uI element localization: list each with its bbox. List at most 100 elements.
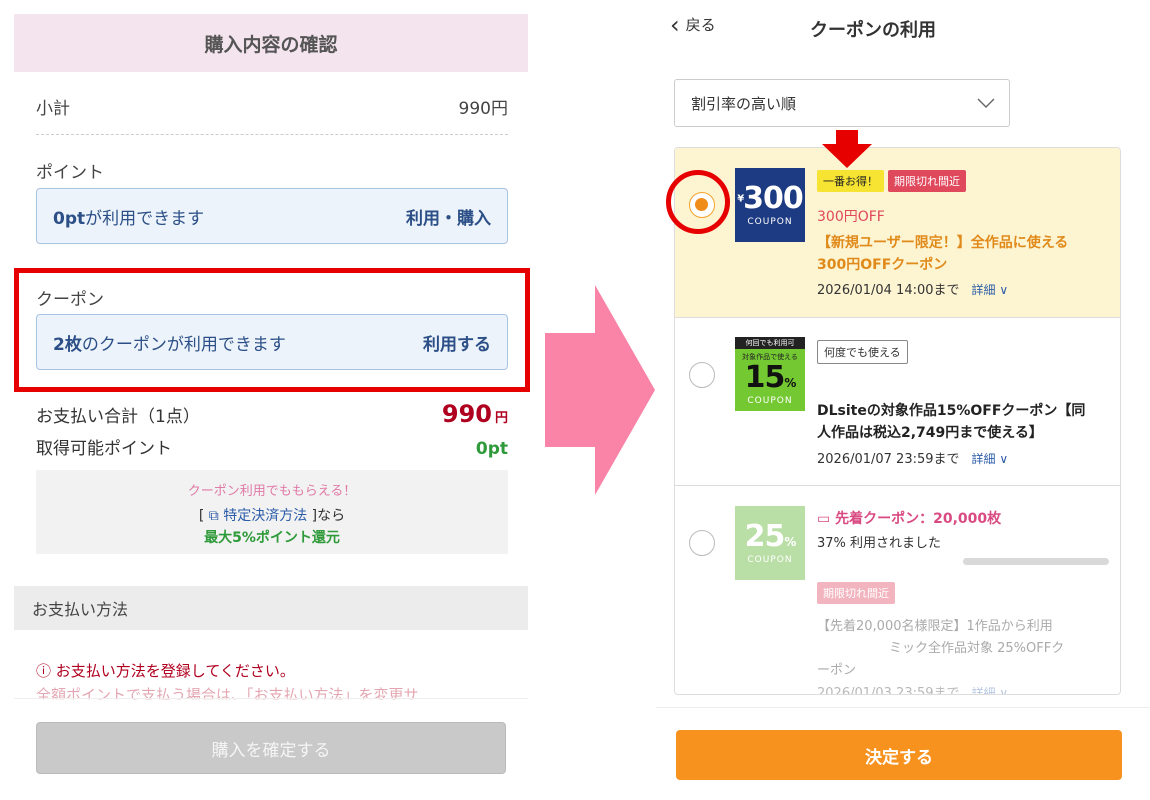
usage-progress-bar (963, 558, 1109, 565)
payment-warning-text: お支払い方法を登録してください。 (55, 662, 295, 680)
detail-toggle[interactable]: 詳細 ∨ (972, 283, 1009, 297)
external-window-icon: ⧉ (208, 508, 219, 524)
coupon-list: ¥300 COUPON 一番お得！ 期限切れ間近 300円OFF 【新規ユーザー限… (674, 147, 1121, 695)
usage-text: 37% 利用されました (817, 536, 942, 551)
sort-value: 割引率の高い順 (691, 94, 797, 113)
best-deal-badge: 一番お得！ (817, 170, 884, 192)
total-label: お支払い合計（1点） (36, 407, 200, 427)
confirm-purchase-button[interactable]: 購入を確定する (36, 722, 506, 774)
promo-payment-line: [ ⧉ 特定決済方法 ]なら (36, 505, 508, 525)
coupon-radio[interactable] (689, 362, 715, 388)
divider (36, 134, 508, 135)
coupon-box-text: 2枚のクーポンが利用できます (53, 330, 286, 355)
promo-box: クーポン利用でももらえる！ [ ⧉ 特定決済方法 ]なら 最大5%ポイント還元 (36, 470, 508, 554)
points-box-text: 0ptが利用できます (53, 204, 204, 229)
payment-method-link[interactable]: ⧉ 特定決済方法 (209, 508, 307, 524)
reusable-badge: 何度でも使える (817, 340, 908, 364)
coupon-expiry-date: 2026/01/03 23:59まで (817, 686, 960, 695)
ticket-icon: ▭ (817, 511, 831, 527)
coupon-thumb-strip: 何回でも利用可 (735, 337, 805, 349)
arrow-down-icon (822, 130, 872, 168)
first-come-label: ▭ 先着クーポン：20,000枚 (817, 508, 1001, 528)
coupon-expiry-date: 2026/01/07 23:59まで (817, 452, 960, 467)
promo-bracket-close: ]なら (311, 508, 346, 524)
coupon-thumb-value: 25 (744, 518, 786, 554)
expiring-soon-badge: 期限切れ間近 (888, 170, 966, 192)
coupon-expiry: 2026/01/04 14:00まで 詳細 ∨ (817, 279, 1008, 298)
coupon-card[interactable]: 25% COUPON ▭ 先着クーポン：20,000枚 37% 利用されました … (675, 486, 1120, 695)
coupon-title: 【先着20,000名様限定】1作品から利用 ミック全作品対象 25%OFFク ー… (817, 616, 1064, 682)
coupon-title-line: 【新規ユーザー限定！】全作品に使える (817, 235, 1069, 251)
coupon-card[interactable]: 何回でも利用可 対象作品で使える 15% COUPON 何度でも使える DLsi… (675, 318, 1120, 486)
selection-highlight-circle (666, 170, 730, 234)
coupon-tags: 何度でも使える (817, 340, 912, 364)
coupon-expiry: 2026/01/07 23:59まで 詳細 ∨ (817, 448, 1008, 467)
payment-method-header: お支払い方法 (14, 586, 528, 630)
coupon-thumb-label: COUPON (747, 216, 793, 227)
coupon-title-line: DLsiteの対象作品15%OFFクーポン【同 (817, 403, 1086, 419)
coupon-tags: 期限切れ間近 (817, 582, 899, 604)
coupon-title-line: ミック全作品対象 25%OFFク (889, 641, 1065, 656)
coupon-title-line: 300円OFFクーポン (817, 257, 948, 273)
coupon-selection-panel: ‹ 戻る クーポンの利用 割引率の高い順 ¥300 COUPON 一番お得！ 期限… (656, 0, 1150, 800)
decide-button[interactable]: 決定する (676, 730, 1122, 780)
subtotal-row: 小計 990円 (36, 94, 508, 119)
purchase-confirmation-panel: 購入内容の確認 小計 990円 ポイント 0ptが利用できます 利用・購入 クー… (14, 14, 530, 794)
page-title: クーポンの利用 (810, 20, 936, 41)
coupon-title: DLsiteの対象作品15%OFFクーポン【同 人作品は税込2,749円まで使え… (817, 400, 1085, 444)
detail-toggle[interactable]: 詳細 ∨ (972, 686, 1009, 694)
coupon-expiry-date: 2026/01/04 14:00まで (817, 283, 960, 298)
coupon-thumb-pct: % (784, 376, 796, 390)
payment-warning: ⓘ お支払い方法を登録してください。 (36, 660, 295, 681)
total-row: お支払い合計（1点） 990 円 (36, 400, 508, 428)
subtotal-value: 990円 (458, 99, 508, 119)
expiring-soon-badge: 期限切れ間近 (817, 582, 895, 604)
subtotal-label: 小計 (36, 99, 70, 119)
coupon-thumbnail: 25% COUPON (735, 506, 805, 580)
coupon-radio[interactable] (689, 530, 715, 556)
coupon-thumb-value: 15 (744, 360, 786, 395)
coupon-box-label: のクーポンが利用できます (81, 334, 286, 355)
coupon-title-line: 人作品は税込2,749円まで使える】 (817, 425, 1043, 441)
coupon-thumb-value: 300 (743, 180, 804, 216)
sort-select[interactable]: 割引率の高い順 (674, 79, 1010, 127)
coupon-thumb-amount: ¥300 (737, 180, 804, 216)
page-title: 購入内容の確認 (14, 14, 528, 72)
earn-points-value: 0pt (475, 439, 508, 459)
coupon-thumb-amount: 25% (744, 518, 797, 554)
points-box[interactable]: 0ptが利用できます 利用・購入 (36, 188, 508, 244)
coupon-card[interactable]: ¥300 COUPON 一番お得！ 期限切れ間近 300円OFF 【新規ユーザー限… (675, 148, 1120, 318)
coupon-tags: 一番お得！ 期限切れ間近 (817, 170, 970, 192)
coupon-thumbnail: ¥300 COUPON (735, 168, 805, 242)
promo-reward: 最大5%ポイント還元 (204, 530, 340, 546)
transition-arrow-icon (545, 285, 655, 495)
alert-icon: ⓘ (36, 662, 52, 680)
coupon-thumbnail: 何回でも利用可 対象作品で使える 15% COUPON (735, 337, 805, 411)
total-value: 990 (441, 400, 492, 428)
earn-points-row: 取得可能ポイント 0pt (36, 434, 508, 459)
points-label: ポイント (36, 163, 104, 183)
detail-toggle[interactable]: 詳細 ∨ (972, 452, 1009, 466)
points-box-label: が利用できます (85, 208, 205, 229)
coupon-thumb-pct: % (784, 534, 796, 549)
nav-bar: ‹ 戻る クーポンの利用 (656, 10, 1150, 44)
coupon-title: 【新規ユーザー限定！】全作品に使える 300円OFFクーポン (817, 232, 1068, 276)
coupon-title-line: 【先着20,000名様限定】1作品から利用 (817, 619, 1053, 634)
promo-bracket-open: [ (198, 508, 205, 524)
coupon-title-line: ーポン (817, 663, 857, 678)
coupon-expiry: 2026/01/03 23:59まで 詳細 ∨ (817, 682, 1009, 695)
coupon-thumb-label: COUPON (747, 396, 793, 406)
coupon-discount: 300円OFF (817, 209, 885, 225)
use-coupon-button[interactable]: 利用する (423, 330, 491, 355)
total-unit: 円 (494, 411, 508, 426)
coupon-label: クーポン (36, 290, 104, 310)
earn-points-label: 取得可能ポイント (36, 439, 172, 459)
coupon-box[interactable]: 2枚のクーポンが利用できます 利用する (36, 314, 508, 370)
promo-headline: クーポン利用でももらえる！ (187, 484, 357, 499)
chevron-down-icon (977, 98, 995, 108)
footer-bar: 決定する (656, 707, 1150, 800)
coupon-count: 2枚 (53, 334, 82, 355)
total-amount: 990 円 (442, 400, 508, 428)
points-available: 0pt (53, 208, 86, 229)
use-points-button[interactable]: 利用・購入 (406, 204, 491, 229)
